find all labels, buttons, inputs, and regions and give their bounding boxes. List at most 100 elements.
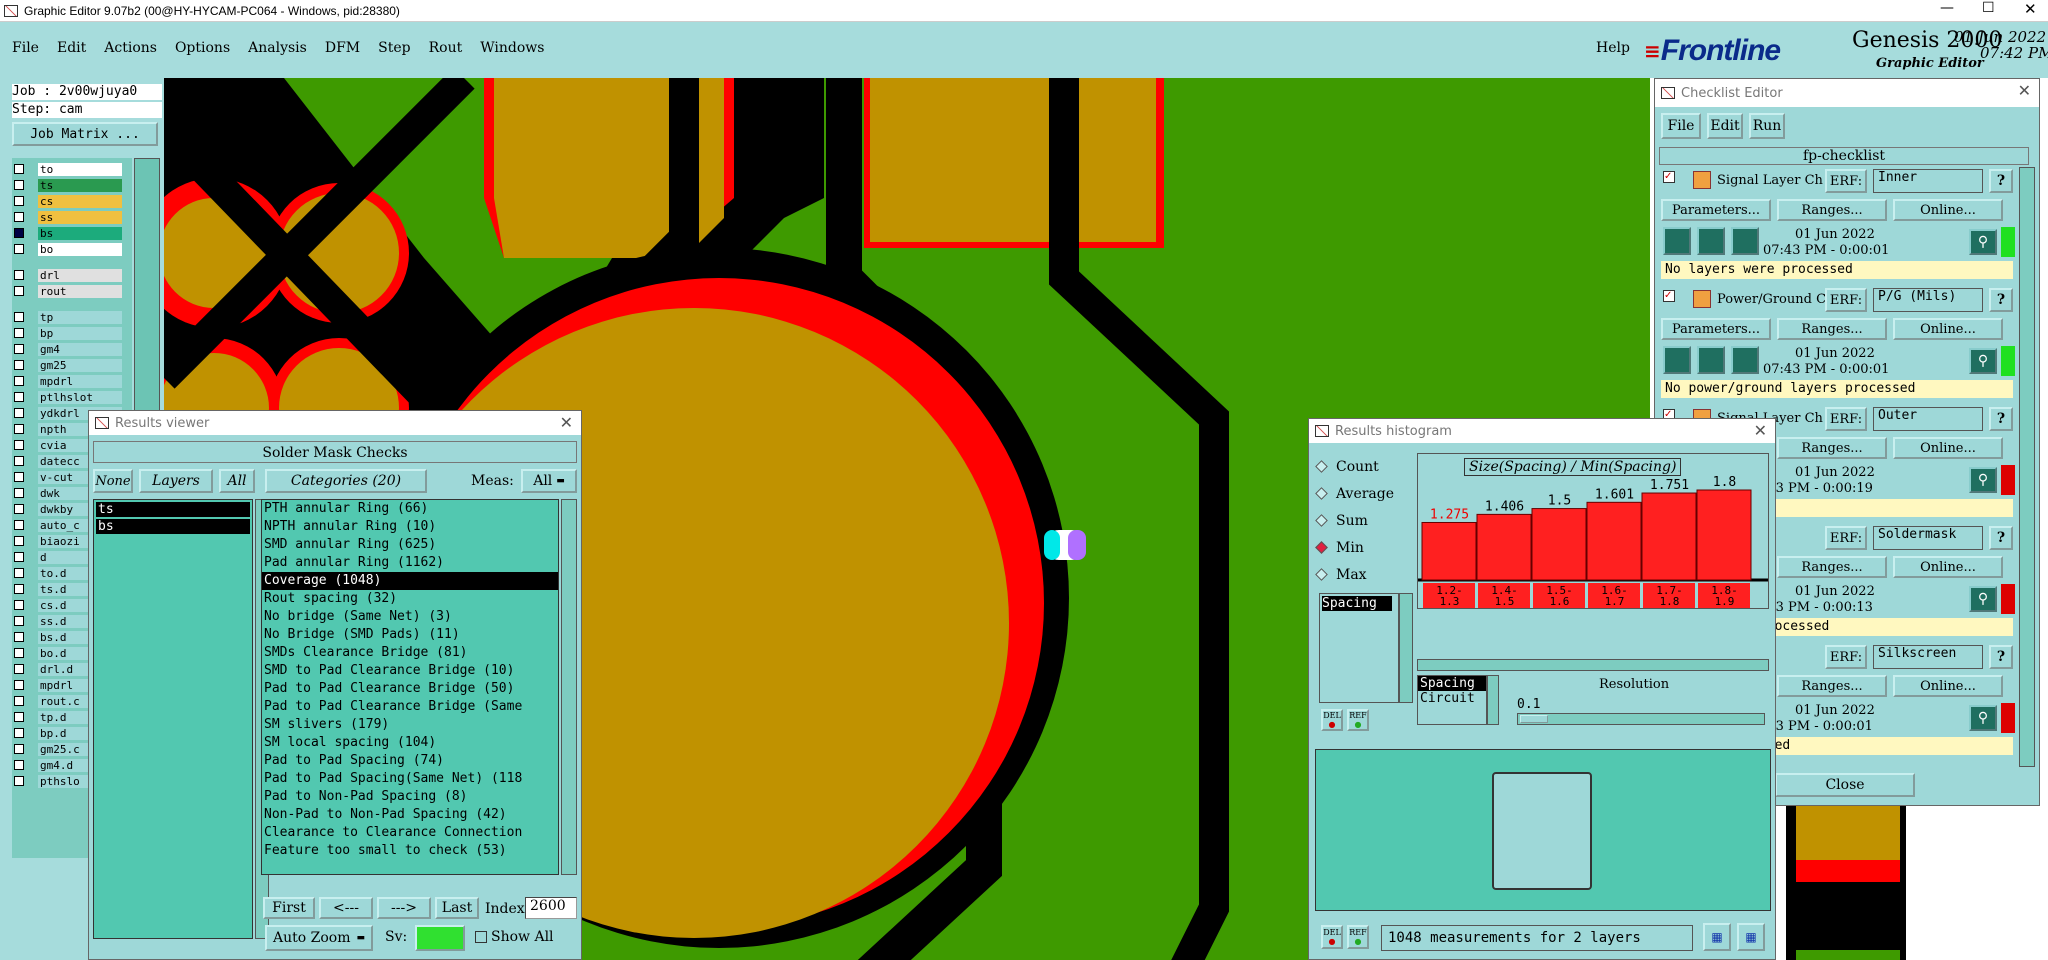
layer-checkbox[interactable] (14, 212, 24, 222)
layer-row[interactable]: ts (14, 178, 130, 192)
layer-row[interactable]: gm4 (14, 342, 130, 356)
layer-row[interactable]: mpdrl (14, 374, 130, 388)
layer-checkbox[interactable] (14, 536, 24, 546)
close-icon[interactable]: ✕ (2018, 81, 2031, 100)
layer-checkbox[interactable] (14, 180, 24, 190)
category-item[interactable]: SMDs Clearance Bridge (81) (262, 644, 558, 662)
category-item[interactable]: SM local spacing (104) (262, 734, 558, 752)
resolution-slider[interactable] (1517, 713, 1765, 725)
mode-max[interactable]: Max (1315, 561, 1413, 588)
erf-button[interactable]: ERF: (1825, 407, 1867, 431)
layer-checkbox[interactable] (14, 456, 24, 466)
check-enabled-checkbox[interactable]: ✓ (1663, 290, 1675, 302)
layer-checkbox[interactable] (14, 728, 24, 738)
menu-step[interactable]: Step (378, 40, 410, 56)
layer-checkbox[interactable] (14, 196, 24, 206)
run-icon[interactable] (1663, 346, 1691, 374)
layer-checkbox[interactable] (14, 712, 24, 722)
close-icon[interactable]: ✕ (1754, 421, 1767, 440)
layer-checkbox[interactable] (14, 584, 24, 594)
layer-checkbox[interactable] (14, 328, 24, 338)
layer-row[interactable]: tp (14, 310, 130, 324)
layer-checkbox[interactable] (14, 424, 24, 434)
checklist-scrollbar[interactable] (2019, 167, 2035, 767)
zoom-icon[interactable]: ⚲ (1969, 705, 1997, 731)
attr-item-spacing[interactable]: Spacing (1322, 596, 1392, 611)
layer-checkbox[interactable] (14, 360, 24, 370)
selected-layer-item[interactable]: bs (96, 519, 250, 534)
check-help-button[interactable]: ? (1989, 645, 2013, 669)
layers-button[interactable]: Layers (139, 469, 213, 493)
zoom-icon[interactable]: ⚲ (1969, 467, 1997, 493)
run-icon[interactable] (1663, 227, 1691, 255)
layer-checkbox[interactable] (14, 376, 24, 386)
online-button[interactable]: Online... (1893, 199, 2003, 221)
online-button[interactable]: Online... (1893, 675, 2003, 697)
first-button[interactable]: First (263, 897, 315, 919)
layer-checkbox[interactable] (14, 648, 24, 658)
erf-button[interactable]: ERF: (1825, 169, 1867, 193)
mode-average[interactable]: Average (1315, 480, 1413, 507)
layer-row[interactable]: cs (14, 194, 130, 208)
slider-handle[interactable] (1520, 715, 1548, 723)
close-button[interactable]: ✕ (2024, 0, 2037, 18)
check-help-button[interactable]: ? (1989, 169, 2013, 193)
attr-spacing[interactable]: Spacing (1418, 676, 1486, 691)
attr-list-scrollbar[interactable] (1399, 593, 1413, 703)
category-item[interactable]: Pad to Pad Spacing (74) (262, 752, 558, 770)
erf-button[interactable]: ERF: (1825, 526, 1867, 550)
ref-button-2[interactable]: REF ● (1347, 925, 1369, 949)
close-icon[interactable]: ✕ (560, 413, 573, 432)
menu-actions[interactable]: Actions (104, 40, 157, 56)
histogram-hscroll[interactable] (1417, 659, 1769, 671)
category-item[interactable]: Pad to Pad Clearance Bridge (50) (262, 680, 558, 698)
layer-checkbox[interactable] (14, 776, 24, 786)
layer-row[interactable]: gm25 (14, 358, 130, 372)
layer-checkbox[interactable] (14, 440, 24, 450)
parameters-button[interactable]: Parameters... (1661, 199, 1771, 221)
ranges-button[interactable]: Ranges... (1777, 318, 1887, 340)
show-all-checkbox[interactable] (475, 931, 487, 943)
layer-checkbox[interactable] (14, 760, 24, 770)
menu-rout[interactable]: Rout (429, 40, 463, 56)
layer-row[interactable]: bs (14, 226, 130, 240)
layer-row[interactable]: ptlhslot (14, 390, 130, 404)
report-icon-button[interactable]: ▦ (1737, 923, 1765, 951)
category-item[interactable]: SMD annular Ring (625) (262, 536, 558, 554)
histogram-bar[interactable] (1641, 492, 1697, 581)
layers-none-button[interactable]: None (93, 469, 133, 493)
checklist-menu-run[interactable]: Run (1749, 113, 1785, 139)
checklist-menu-edit[interactable]: Edit (1707, 113, 1743, 139)
layer-checkbox[interactable] (14, 680, 24, 690)
layer-checkbox[interactable] (14, 286, 24, 296)
auto-zoom-dropdown[interactable]: Auto Zoom ▬ (265, 925, 373, 951)
category-item[interactable]: Pad to Pad Spacing(Same Net) (118 (262, 770, 558, 788)
layer-checkbox[interactable] (14, 244, 24, 254)
histogram-bar[interactable] (1696, 489, 1752, 581)
index-input[interactable]: 2600 (525, 897, 577, 919)
menu-file[interactable]: File (12, 40, 39, 56)
checklist-close-button[interactable]: Close (1775, 773, 1915, 797)
layer-checkbox[interactable] (14, 568, 24, 578)
menu-windows[interactable]: Windows (480, 40, 544, 56)
check-help-button[interactable]: ? (1989, 407, 2013, 431)
run-icon[interactable] (1731, 346, 1759, 374)
layer-row[interactable]: ss (14, 210, 130, 224)
layer-row[interactable]: bp (14, 326, 130, 340)
layer-checkbox[interactable] (14, 344, 24, 354)
ranges-button[interactable]: Ranges... (1777, 675, 1887, 697)
erf-button[interactable]: ERF: (1825, 645, 1867, 669)
histogram-bar[interactable] (1531, 508, 1587, 581)
layer-checkbox[interactable] (14, 664, 24, 674)
category-item[interactable]: No bridge (Same Net) (3) (262, 608, 558, 626)
histogram-bar[interactable] (1476, 513, 1532, 581)
zoom-icon[interactable]: ⚲ (1969, 586, 1997, 612)
layer-checkbox[interactable] (14, 392, 24, 402)
layer-checkbox[interactable] (14, 228, 24, 238)
layer-row[interactable]: rout (14, 284, 130, 298)
zoom-icon[interactable]: ⚲ (1969, 348, 1997, 374)
menu-edit[interactable]: Edit (57, 40, 86, 56)
histogram-bar[interactable] (1421, 521, 1477, 581)
layer-checkbox[interactable] (14, 408, 24, 418)
del-button[interactable]: DEL ● (1321, 709, 1343, 731)
